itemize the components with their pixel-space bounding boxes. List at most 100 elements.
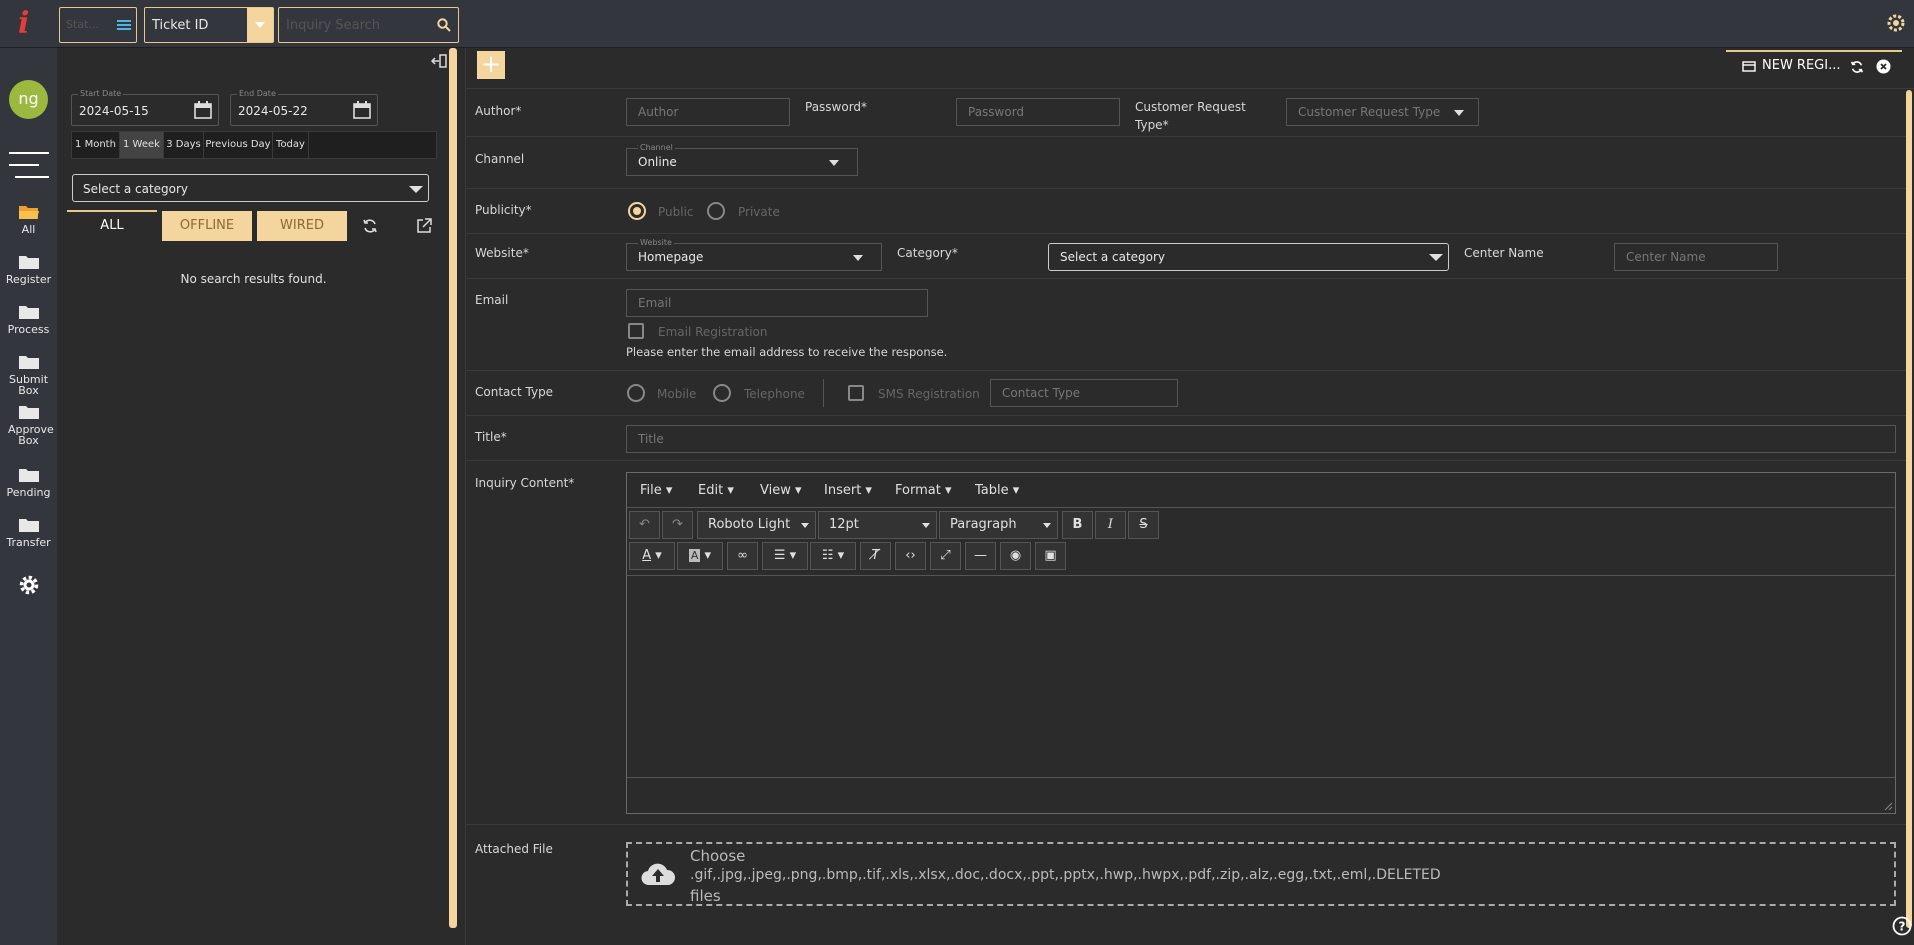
editor-content-area[interactable] <box>627 575 1895 778</box>
nav-item-approve-box[interactable]: Approve Box <box>0 403 57 446</box>
clear-formatting-button[interactable]: T̸ <box>860 542 891 570</box>
email-registration-label: Email Registration <box>658 325 768 339</box>
tab-offline[interactable]: OFFLINE <box>162 211 252 241</box>
calendar-icon[interactable] <box>353 101 371 119</box>
telephone-radio[interactable] <box>713 384 731 402</box>
public-label: Public <box>658 205 694 219</box>
rich-text-editor: File ▾ Edit ▾ View ▾ Insert ▾ Format ▾ T… <box>626 472 1896 814</box>
numbered-list-button[interactable]: ☷ ▾ <box>810 542 856 570</box>
add-button[interactable]: + <box>477 51 505 79</box>
ticket-dropdown-toggle[interactable] <box>247 8 273 42</box>
menu-edit[interactable]: Edit ▾ <box>698 483 734 498</box>
customer-request-type-select[interactable]: Customer Request Type <box>1286 98 1479 126</box>
nav-label-pending: Pending <box>6 486 51 499</box>
menu-format[interactable]: Format ▾ <box>895 483 951 498</box>
public-radio[interactable] <box>628 202 646 220</box>
category-select[interactable]: Select a category <box>72 174 429 202</box>
settings-icon[interactable] <box>18 574 40 596</box>
tab-wired[interactable]: WIRED <box>257 211 347 241</box>
open-external-icon[interactable] <box>417 218 432 233</box>
range-1-week[interactable]: 1 Week <box>120 132 164 158</box>
main-scrollbar[interactable] <box>1906 90 1912 928</box>
ticket-type-select[interactable]: Ticket ID <box>144 7 274 43</box>
divider <box>466 824 1906 825</box>
nav-item-process[interactable]: Process <box>0 303 57 335</box>
category-select[interactable]: Select a category <box>1048 243 1449 271</box>
range-3-days[interactable]: 3 Days <box>164 132 204 158</box>
calendar-icon[interactable] <box>194 101 212 119</box>
private-radio[interactable] <box>707 202 725 220</box>
email-input[interactable]: Email <box>626 289 928 317</box>
status-filter[interactable]: Stat... <box>59 7 137 43</box>
chevron-down-icon <box>1454 110 1464 116</box>
hamburger-menu-icon[interactable] <box>9 150 49 180</box>
range-today[interactable]: Today <box>273 132 309 158</box>
source-code-button[interactable]: ‹› <box>895 542 926 570</box>
italic-button[interactable]: I <box>1095 511 1126 539</box>
fullscreen-button[interactable]: ⤢ <box>930 542 961 570</box>
bold-button[interactable]: B <box>1062 511 1093 539</box>
title-input[interactable]: Title <box>626 425 1896 453</box>
contact-type-input[interactable]: Contact Type <box>990 379 1178 407</box>
strikethrough-button[interactable]: S <box>1128 511 1159 539</box>
customer-request-type-placeholder: Customer Request Type <box>1298 105 1441 119</box>
search-icon[interactable] <box>437 18 451 32</box>
text-color-button[interactable]: A ▾ <box>629 542 675 570</box>
redo-button[interactable]: ↷ <box>662 511 693 539</box>
chevron-down-icon <box>853 255 863 261</box>
inquiry-search[interactable]: Inquiry Search <box>278 7 459 43</box>
bold-icon: B <box>1072 517 1083 532</box>
menu-table[interactable]: Table ▾ <box>975 483 1019 498</box>
preview-button[interactable]: ◉ <box>1000 542 1031 570</box>
avatar[interactable]: ng <box>9 80 48 119</box>
menu-insert[interactable]: Insert ▾ <box>824 483 872 498</box>
channel-select[interactable]: Channel Online <box>626 143 858 176</box>
nav-item-submit-box[interactable]: Submit Box <box>0 353 57 396</box>
link-button[interactable]: ∞ <box>727 542 758 570</box>
mobile-radio[interactable] <box>627 384 645 402</box>
row-website: Website* Website Homepage Category* Sele… <box>466 234 1906 279</box>
left-nav: ng All Register Process Submit Box Appro… <box>0 48 57 945</box>
attach-files-text: files <box>690 887 721 905</box>
background-color-button[interactable]: A ▾ <box>677 542 723 570</box>
attached-file-label: Attached File <box>475 842 553 856</box>
collapse-panel-icon[interactable] <box>431 54 447 68</box>
start-date-field[interactable]: Start Date 2024-05-15 <box>71 89 219 126</box>
help-icon[interactable]: ? <box>1892 916 1912 936</box>
bullet-list-button[interactable]: ☰ ▾ <box>762 542 808 570</box>
nav-item-all[interactable]: All <box>0 203 57 235</box>
refresh-icon[interactable] <box>1850 60 1864 74</box>
nav-item-transfer[interactable]: Transfer <box>0 516 57 548</box>
range-previous-day[interactable]: Previous Day <box>204 132 273 158</box>
start-date-value: 2024-05-15 <box>79 104 149 118</box>
nav-item-pending[interactable]: Pending <box>0 466 57 498</box>
file-dropzone[interactable]: Choose .gif,.jpg,.jpeg,.png,.bmp,.tif,.x… <box>626 842 1896 906</box>
author-input[interactable]: Author <box>626 98 790 126</box>
nav-item-register[interactable]: Register <box>0 253 57 285</box>
close-icon[interactable] <box>1876 59 1891 74</box>
settings-gear-icon[interactable] <box>1886 13 1906 33</box>
horizontal-rule-button[interactable]: — <box>965 542 996 570</box>
center-name-input[interactable]: Center Name <box>1614 243 1778 271</box>
undo-button[interactable]: ↶ <box>629 511 660 539</box>
range-1-month[interactable]: 1 Month <box>72 132 120 158</box>
sms-registration-checkbox[interactable] <box>848 385 864 401</box>
folder-icon <box>18 306 39 319</box>
tab-all[interactable]: ALL <box>67 210 157 240</box>
link-icon: ∞ <box>737 548 748 563</box>
panel-splitter[interactable] <box>449 48 457 928</box>
menu-file[interactable]: File ▾ <box>640 483 672 498</box>
menu-view[interactable]: View ▾ <box>760 483 802 498</box>
email-registration-checkbox[interactable] <box>628 323 644 339</box>
tab-new-registration[interactable]: NEW REGI... <box>1726 50 1902 80</box>
font-family-select[interactable]: Roboto Light <box>697 511 816 539</box>
website-select[interactable]: Website Homepage <box>626 238 882 271</box>
center-name-label: Center Name <box>1464 246 1544 260</box>
font-size-select[interactable]: 12pt <box>818 511 937 539</box>
paste-button[interactable]: ▣ <box>1035 542 1066 570</box>
end-date-field[interactable]: End Date 2024-05-22 <box>230 89 378 126</box>
block-format-select[interactable]: Paragraph <box>939 511 1058 539</box>
password-input[interactable]: Password <box>956 98 1120 126</box>
refresh-icon[interactable] <box>362 218 378 234</box>
resize-handle-icon[interactable] <box>1883 801 1893 811</box>
